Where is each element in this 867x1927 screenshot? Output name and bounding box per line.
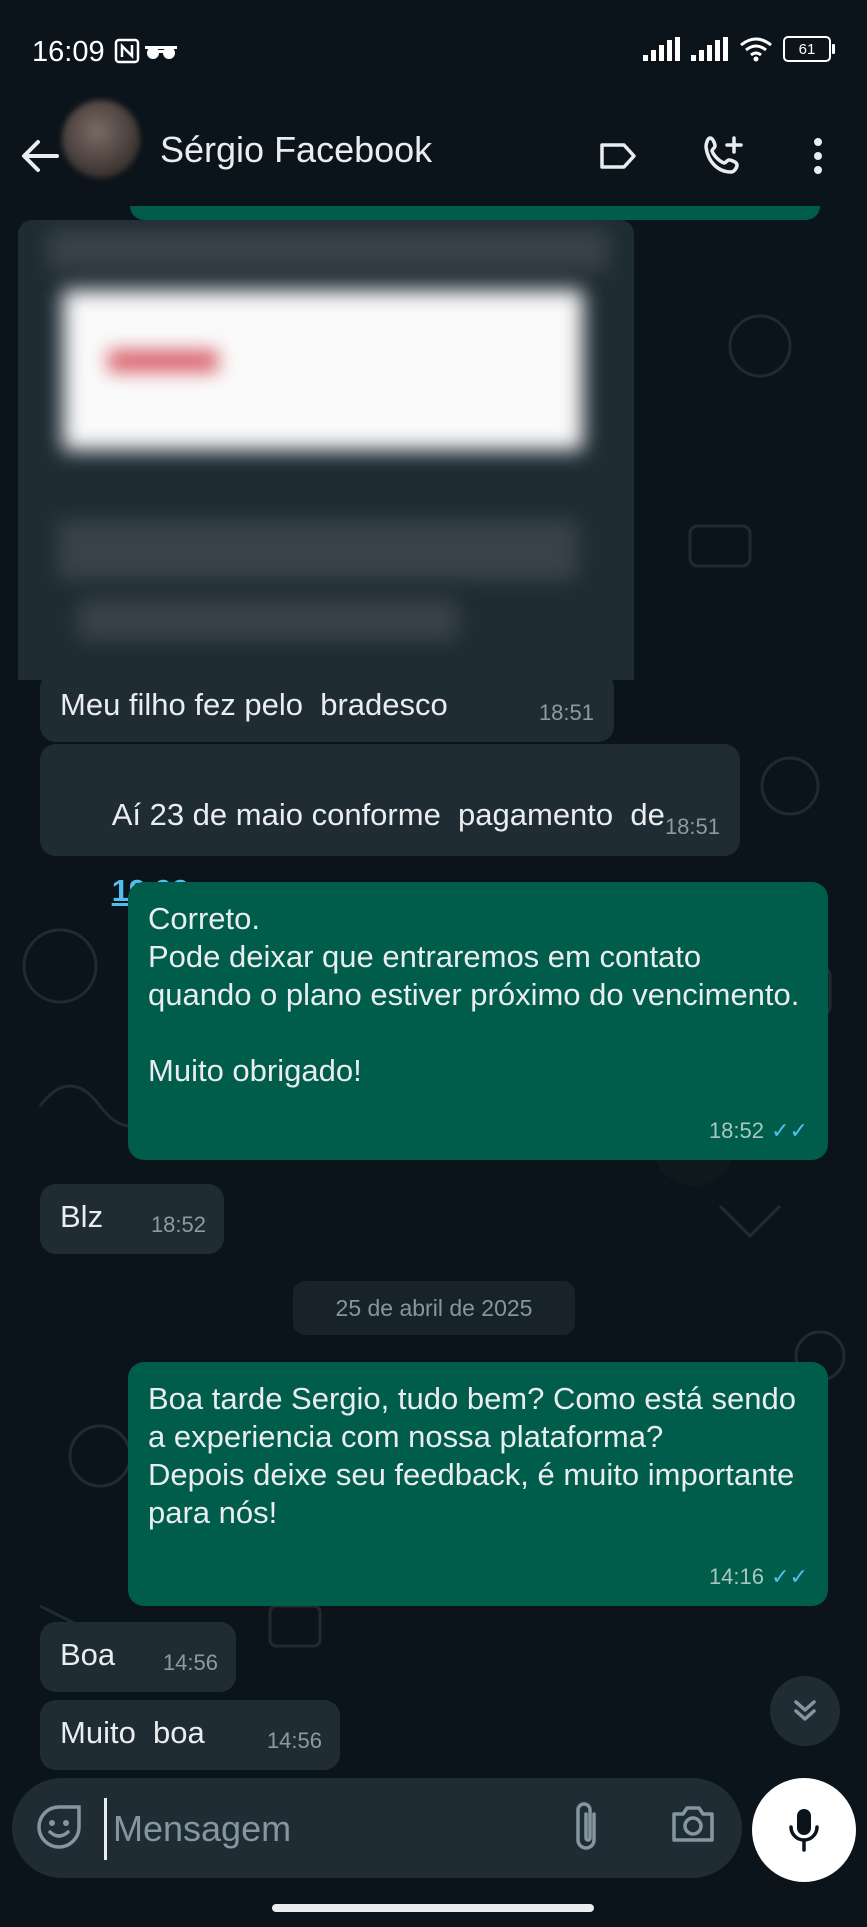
nfc-icon bbox=[114, 38, 140, 64]
double-chevron-down-icon bbox=[794, 1700, 816, 1721]
message-incoming[interactable]: Muito boa 14:56 bbox=[40, 1700, 340, 1770]
home-indicator[interactable] bbox=[272, 1904, 594, 1912]
signal-icon bbox=[643, 37, 680, 61]
message-text: Correto. Pode deixar que entraremos em c… bbox=[148, 901, 800, 1088]
label-icon bbox=[600, 143, 636, 169]
message-outgoing[interactable]: Boa tarde Sergio, tudo bem? Como está se… bbox=[128, 1362, 828, 1606]
read-ticks-icon: ✓✓ bbox=[771, 1564, 808, 1589]
battery-indicator: 61 bbox=[783, 36, 835, 62]
add-call-button[interactable] bbox=[696, 128, 752, 184]
message-time: 14:56 bbox=[162, 1650, 218, 1675]
message-outgoing[interactable]: Correto. Pode deixar que entraremos em c… bbox=[128, 882, 828, 1160]
message-incoming[interactable]: Aí 23 de maio conforme pagamento de 19.9… bbox=[40, 744, 740, 908]
image-message[interactable] bbox=[18, 220, 634, 680]
message-time: 18:52 bbox=[708, 1118, 764, 1143]
chat-area[interactable]: Meu filho fez pelo bradesco 18:51 Aí 23 … bbox=[0, 206, 867, 1771]
previous-outgoing-bubble bbox=[130, 206, 820, 220]
contact-avatar[interactable] bbox=[62, 100, 140, 178]
read-ticks-icon: ✓✓ bbox=[771, 1118, 808, 1143]
message-time: 18:52 bbox=[150, 1212, 206, 1237]
more-vert-icon bbox=[814, 138, 822, 174]
scroll-to-bottom-button[interactable] bbox=[770, 1676, 840, 1746]
status-time: 16:09 bbox=[32, 36, 105, 68]
status-icons-right: 61 bbox=[643, 36, 835, 62]
attach-button[interactable] bbox=[572, 1800, 602, 1859]
back-button[interactable] bbox=[14, 130, 66, 182]
paperclip-icon bbox=[576, 1802, 596, 1850]
camera-icon bbox=[672, 1806, 714, 1842]
status-bar: 16:09 61 bbox=[0, 0, 867, 106]
message-time: 18:51 bbox=[538, 700, 594, 725]
incognito-glasses-icon bbox=[145, 46, 178, 59]
sticker-button[interactable] bbox=[36, 1804, 82, 1855]
message-text-prefix: Aí 23 de maio conforme pagamento de bbox=[111, 797, 665, 832]
more-options-button[interactable] bbox=[790, 128, 846, 184]
message-incoming[interactable]: Boa 14:56 bbox=[40, 1622, 236, 1692]
message-text: Boa tarde Sergio, tudo bem? Como está se… bbox=[148, 1381, 796, 1530]
message-time: 14:56 bbox=[266, 1728, 322, 1753]
back-arrow-icon bbox=[22, 140, 59, 172]
voice-message-button[interactable] bbox=[752, 1778, 856, 1882]
message-composer bbox=[12, 1778, 742, 1878]
message-text: Meu filho fez pelo bradesco bbox=[60, 687, 448, 722]
camera-button[interactable] bbox=[670, 1802, 716, 1849]
message-incoming[interactable]: Meu filho fez pelo bradesco 18:51 bbox=[40, 672, 614, 742]
mic-icon bbox=[789, 1809, 819, 1852]
wifi-icon bbox=[740, 37, 772, 62]
contact-name[interactable]: Sérgio Facebook bbox=[160, 124, 432, 176]
message-input[interactable] bbox=[104, 1798, 575, 1860]
label-button[interactable] bbox=[590, 128, 646, 184]
message-time: 18:51 bbox=[664, 814, 720, 839]
status-icons-left bbox=[114, 38, 178, 69]
message-incoming[interactable]: Blz 18:52 bbox=[40, 1184, 224, 1254]
add-call-icon bbox=[704, 136, 743, 174]
message-time: 14:16 bbox=[708, 1564, 764, 1589]
date-divider: 25 de abril de 2025 bbox=[293, 1281, 575, 1335]
sticker-icon bbox=[37, 1805, 81, 1849]
signal-2-icon bbox=[691, 37, 728, 61]
